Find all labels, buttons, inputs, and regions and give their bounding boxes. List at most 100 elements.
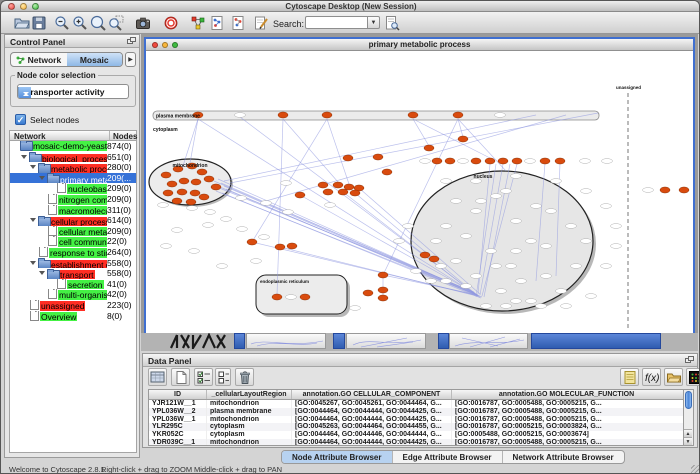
disclosure-triangle-icon[interactable] bbox=[21, 152, 29, 163]
network-node[interactable] bbox=[378, 272, 388, 278]
tree-item[interactable]: unassigned223(0) bbox=[10, 300, 136, 311]
network-node[interactable] bbox=[323, 189, 333, 195]
scroll-up-button[interactable]: ▲ bbox=[684, 429, 692, 437]
tree-item[interactable]: nitrogen compo209(0) bbox=[10, 194, 136, 205]
table-row[interactable]: YKR052Ccytoplasm[GO:0044464, GO:0044446,… bbox=[149, 431, 683, 439]
tab-edge-attribute-browser[interactable]: Edge Attribute Browser bbox=[393, 451, 503, 463]
network-node[interactable] bbox=[458, 136, 468, 142]
network-node[interactable] bbox=[540, 158, 550, 164]
import-attributes-icon[interactable] bbox=[664, 368, 683, 386]
scrollbar-thumb[interactable] bbox=[685, 391, 692, 409]
network-edge[interactable] bbox=[283, 119, 338, 182]
float-panel-icon[interactable] bbox=[685, 356, 694, 364]
tree-item[interactable]: biological_process651(0) bbox=[10, 152, 136, 163]
vizmapper-icon[interactable] bbox=[190, 15, 206, 31]
network-node[interactable] bbox=[204, 176, 214, 182]
network-view-window[interactable]: primary metabolic process plasma membran… bbox=[144, 37, 695, 333]
network-node[interactable] bbox=[322, 112, 332, 118]
float-panel-icon[interactable] bbox=[127, 37, 136, 45]
network-node[interactable] bbox=[453, 112, 463, 118]
background-window-fragment[interactable] bbox=[234, 333, 245, 349]
import-table-icon[interactable] bbox=[230, 15, 246, 31]
notes-icon[interactable] bbox=[620, 368, 639, 386]
network-node[interactable] bbox=[429, 256, 439, 262]
table-row[interactable]: YPL036W__1mitochondrion[GO:0044464, GO:0… bbox=[149, 416, 683, 424]
network-node[interactable] bbox=[408, 112, 418, 118]
tab-network[interactable]: Network bbox=[11, 53, 67, 66]
tab-node-attribute-browser[interactable]: Node Attribute Browser bbox=[282, 451, 393, 463]
network-node[interactable] bbox=[295, 192, 305, 198]
table-row[interactable]: YPL036W__2plasma membrane[GO:0044464, GO… bbox=[149, 408, 683, 416]
tree-item[interactable]: cell communicat22(0) bbox=[10, 236, 136, 247]
zoom-in-icon[interactable] bbox=[72, 15, 88, 31]
import-network-icon[interactable] bbox=[209, 15, 225, 31]
tree-item[interactable]: establishment of lo558(0) bbox=[10, 258, 136, 269]
column-header[interactable]: ID bbox=[149, 390, 207, 399]
delete-attribute-icon[interactable] bbox=[235, 368, 254, 386]
network-canvas[interactable]: plasma membrane cytoplasm mitochondrion … bbox=[146, 51, 693, 333]
network-node[interactable] bbox=[445, 158, 455, 164]
network-node[interactable] bbox=[338, 189, 348, 195]
network-node[interactable] bbox=[512, 158, 522, 164]
zoom-fit-icon[interactable] bbox=[90, 15, 106, 31]
resize-grip[interactable] bbox=[691, 465, 700, 474]
annotation-icon[interactable] bbox=[253, 15, 269, 31]
table-row[interactable]: YJR121W__1mitochondrion[GO:0045267, GO:0… bbox=[149, 400, 683, 408]
disclosure-triangle-icon[interactable] bbox=[30, 162, 38, 173]
background-window-fragment[interactable] bbox=[438, 333, 449, 349]
attribute-table-icon[interactable] bbox=[148, 368, 167, 386]
tree-item[interactable]: response to stimulu264(0) bbox=[10, 247, 136, 258]
network-node[interactable] bbox=[420, 252, 430, 258]
network-node[interactable] bbox=[333, 182, 343, 188]
tab-mosaic[interactable]: Mosaic bbox=[67, 53, 123, 66]
network-node[interactable] bbox=[191, 179, 201, 185]
disclosure-triangle-icon[interactable] bbox=[39, 173, 47, 184]
tree-item[interactable]: transport558(0) bbox=[10, 268, 136, 279]
background-window-fragment[interactable] bbox=[169, 333, 227, 349]
tab-network-attribute-browser[interactable]: Network Attribute Browser bbox=[503, 451, 624, 463]
tree-item[interactable]: cellular metabo209(0) bbox=[10, 226, 136, 237]
network-node[interactable] bbox=[498, 158, 508, 164]
network-node[interactable] bbox=[343, 155, 353, 161]
network-node[interactable] bbox=[199, 194, 209, 200]
network-node[interactable] bbox=[432, 158, 442, 164]
network-node[interactable] bbox=[378, 295, 388, 301]
network-node[interactable] bbox=[167, 181, 177, 187]
network-node[interactable] bbox=[300, 294, 310, 300]
network-node[interactable] bbox=[660, 187, 670, 193]
network-node[interactable] bbox=[679, 187, 689, 193]
table-row[interactable]: YDR039C__1mitochondrion[GO:0044464, GO:0… bbox=[149, 439, 683, 446]
column-header[interactable]: annotation.GO MOLECULAR_FUNCTION bbox=[452, 390, 681, 399]
network-node[interactable] bbox=[186, 199, 196, 205]
select-nodes-checkbox[interactable]: ✓ bbox=[15, 114, 26, 125]
background-window-fragment[interactable] bbox=[246, 333, 326, 349]
zoom-selected-icon[interactable] bbox=[108, 15, 124, 31]
network-node[interactable] bbox=[373, 154, 383, 160]
network-node[interactable] bbox=[177, 189, 187, 195]
tree-item[interactable]: primary metabo209(... bbox=[10, 173, 136, 184]
network-node[interactable] bbox=[163, 190, 173, 196]
network-node[interactable] bbox=[247, 239, 257, 245]
column-header[interactable]: annotation.GO CELLULAR_COMPONENT bbox=[292, 390, 452, 399]
search-dropdown-arrow[interactable]: ▼ bbox=[368, 16, 380, 29]
search-options-icon[interactable] bbox=[384, 15, 400, 31]
network-node[interactable] bbox=[555, 158, 565, 164]
save-session-icon[interactable] bbox=[31, 15, 47, 31]
network-node[interactable] bbox=[287, 243, 297, 249]
unselect-attributes-icon[interactable] bbox=[215, 368, 231, 386]
network-window-titlebar[interactable]: primary metabolic process bbox=[146, 39, 693, 51]
disclosure-triangle-icon[interactable] bbox=[30, 215, 38, 226]
new-attribute-icon[interactable] bbox=[171, 368, 190, 386]
network-node[interactable] bbox=[350, 190, 360, 196]
network-node[interactable] bbox=[485, 158, 495, 164]
zoom-out-icon[interactable] bbox=[54, 15, 70, 31]
search-input[interactable] bbox=[305, 16, 368, 29]
function-builder-icon[interactable]: f(x) bbox=[642, 368, 661, 386]
network-edge[interactable] bbox=[252, 119, 327, 242]
network-edge[interactable] bbox=[327, 119, 349, 184]
tree-item[interactable]: Overview8(0) bbox=[10, 311, 136, 322]
network-node[interactable] bbox=[272, 294, 282, 300]
background-window-fragment[interactable] bbox=[333, 333, 345, 349]
disclosure-triangle-icon[interactable] bbox=[39, 268, 47, 279]
help-icon[interactable] bbox=[163, 15, 179, 31]
